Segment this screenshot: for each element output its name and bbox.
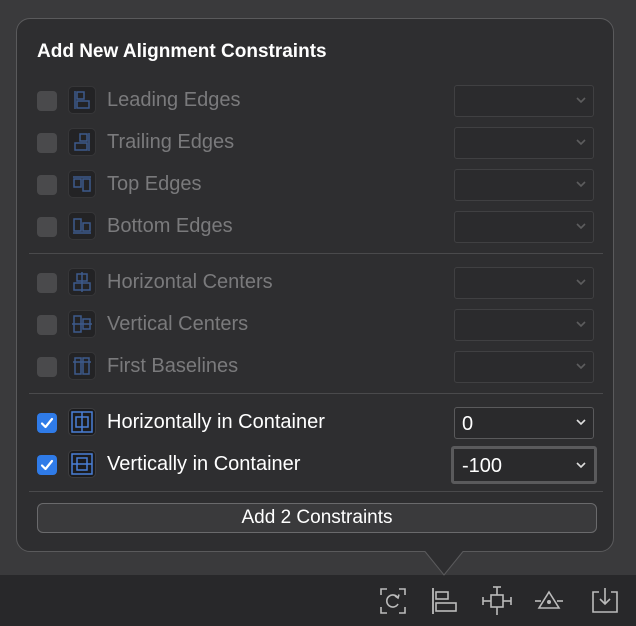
- vertically-in-container-icon: [68, 450, 96, 478]
- constraint-row-vertical-centers: Vertical Centers: [17, 308, 615, 344]
- horizontal-centers-constant-select[interactable]: [454, 267, 594, 299]
- chevron-down-icon: [576, 223, 586, 230]
- trailing-edges-label: Trailing Edges: [107, 131, 235, 153]
- embed-in-icon[interactable]: [588, 584, 622, 618]
- resolve-issues-icon[interactable]: [532, 584, 566, 618]
- vertically-in-container-checkbox[interactable]: [37, 455, 57, 475]
- align-icon[interactable]: [428, 584, 462, 618]
- horizontally-in-container-checkbox[interactable]: [37, 413, 57, 433]
- bottom-edges-label: Bottom Edges: [107, 215, 233, 237]
- horizontal-centers-icon: [68, 268, 96, 296]
- constraint-row-leading-edges: Leading Edges: [17, 84, 615, 120]
- constraint-row-horizontally-in-container: Horizontally in Container 0: [17, 406, 615, 442]
- first-baselines-checkbox[interactable]: [37, 357, 57, 377]
- vertical-centers-icon: [68, 310, 96, 338]
- chevron-down-icon: [576, 419, 586, 426]
- constraint-row-bottom-edges: Bottom Edges: [17, 210, 615, 246]
- constraint-row-top-edges: Top Edges: [17, 168, 615, 204]
- add-constraints-icon[interactable]: [480, 584, 514, 618]
- top-edges-checkbox[interactable]: [37, 175, 57, 195]
- first-baselines-label: First Baselines: [107, 355, 239, 377]
- trailing-edges-icon: [68, 128, 96, 156]
- section-divider: [29, 393, 603, 394]
- leading-edges-checkbox[interactable]: [37, 91, 57, 111]
- chevron-down-icon: [576, 139, 586, 146]
- horizontally-in-container-label: Horizontally in Container: [107, 411, 325, 433]
- section-divider: [29, 491, 603, 492]
- leading-edges-label: Leading Edges: [107, 89, 241, 111]
- checkmark-icon: [40, 417, 54, 429]
- top-edges-constant-select[interactable]: [454, 169, 594, 201]
- update-frames-icon[interactable]: [376, 584, 410, 618]
- horizontally-in-container-icon: [68, 408, 96, 436]
- constraint-row-vertically-in-container: Vertically in Container -100: [17, 446, 615, 484]
- horizontal-centers-checkbox[interactable]: [37, 273, 57, 293]
- constraint-row-horizontal-centers: Horizontal Centers: [17, 266, 615, 302]
- vertical-centers-constant-select[interactable]: [454, 309, 594, 341]
- horizontally-in-container-constant-select[interactable]: 0: [454, 407, 594, 439]
- vertical-centers-checkbox[interactable]: [37, 315, 57, 335]
- section-divider: [29, 253, 603, 254]
- leading-edges-icon: [68, 86, 96, 114]
- chevron-down-icon: [576, 279, 586, 286]
- leading-edges-constant-select[interactable]: [454, 85, 594, 117]
- bottom-edges-icon: [68, 212, 96, 240]
- constraint-row-trailing-edges: Trailing Edges: [17, 126, 615, 162]
- first-baselines-icon: [68, 352, 96, 380]
- checkmark-icon: [40, 459, 54, 471]
- trailing-edges-constant-select[interactable]: [454, 127, 594, 159]
- top-edges-label: Top Edges: [107, 173, 202, 195]
- bottom-edges-constant-select[interactable]: [454, 211, 594, 243]
- first-baselines-constant-select[interactable]: [454, 351, 594, 383]
- constraint-row-first-baselines: First Baselines: [17, 350, 615, 386]
- chevron-down-icon: [576, 97, 586, 104]
- chevron-down-icon: [576, 462, 586, 469]
- add-constraints-button[interactable]: Add 2 Constraints: [37, 503, 597, 533]
- chevron-down-icon: [576, 181, 586, 188]
- vertically-in-container-label: Vertically in Container: [107, 453, 301, 475]
- top-edges-icon: [68, 170, 96, 198]
- chevron-down-icon: [576, 363, 586, 370]
- vertically-in-container-constant-select[interactable]: -100: [451, 446, 597, 484]
- horizontal-centers-label: Horizontal Centers: [107, 271, 273, 293]
- chevron-down-icon: [576, 321, 586, 328]
- trailing-edges-checkbox[interactable]: [37, 133, 57, 153]
- popover-title: Add New Alignment Constraints: [37, 41, 327, 62]
- alignment-constraints-popover: Add New Alignment Constraints Leading Ed…: [16, 18, 614, 552]
- bottom-edges-checkbox[interactable]: [37, 217, 57, 237]
- vertical-centers-label: Vertical Centers: [107, 313, 249, 335]
